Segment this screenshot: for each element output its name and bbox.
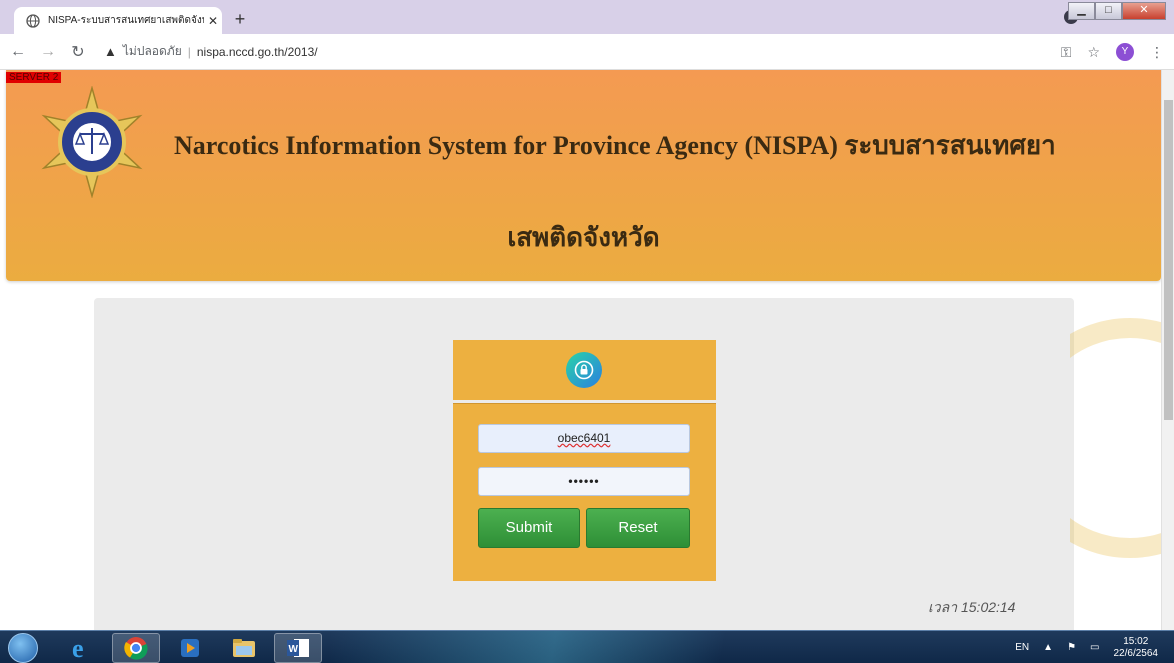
profile-avatar[interactable]: Y <box>1116 43 1134 61</box>
maximize-button[interactable]: □ <box>1095 2 1122 20</box>
back-arrow-icon[interactable]: ← <box>6 43 30 61</box>
username-input[interactable]: obec6401 <box>478 424 690 453</box>
svg-text:W: W <box>289 644 299 655</box>
new-tab-button[interactable]: + <box>228 9 252 31</box>
lock-icon <box>566 352 602 388</box>
submit-button[interactable]: Submit <box>478 508 580 548</box>
login-form: obec6401 •••••• Submit Reset <box>453 403 716 581</box>
page-scrollbar[interactable] <box>1161 70 1174 630</box>
browser-titlebar: NISPA-ระบบสารสนเทศยาเสพติดจังหวัด ✕ + ▁ … <box>0 0 1174 34</box>
language-indicator[interactable]: EN <box>1015 642 1029 653</box>
security-label[interactable]: ไม่ปลอดภัย <box>123 42 182 61</box>
username-value: obec6401 <box>557 431 611 445</box>
url-separator: | <box>187 44 191 59</box>
word-icon[interactable]: W <box>274 633 322 663</box>
warning-triangle-icon[interactable]: ▲ <box>104 44 117 59</box>
reset-button[interactable]: Reset <box>586 508 690 548</box>
media-player-icon[interactable] <box>166 633 214 663</box>
key-icon[interactable]: ⚿ <box>1061 44 1072 61</box>
close-window-button[interactable]: ✕ <box>1122 2 1166 20</box>
login-header <box>453 340 716 400</box>
globe-icon <box>26 13 40 28</box>
internet-explorer-icon[interactable]: e <box>58 633 106 663</box>
minimize-button[interactable]: ▁ <box>1068 2 1095 20</box>
taskbar-decoration <box>330 631 890 663</box>
show-hidden-icons-icon[interactable]: ▲ <box>1043 642 1053 653</box>
close-tab-icon[interactable]: ✕ <box>204 14 222 28</box>
window-controls: ▁ □ ✕ <box>1068 2 1166 20</box>
start-button[interactable] <box>8 633 38 663</box>
omnibox[interactable]: ▲ ไม่ปลอดภัย | nispa.nccd.go.th/2013/ <box>104 42 318 61</box>
taskbar-clock[interactable]: 15:02 22/6/2564 <box>1114 636 1159 660</box>
url-text[interactable]: nispa.nccd.go.th/2013/ <box>197 45 318 59</box>
chrome-icon[interactable] <box>112 633 160 663</box>
password-input[interactable]: •••••• <box>478 467 690 496</box>
forward-arrow-icon[interactable]: → <box>36 43 60 61</box>
system-tray: EN ▲ ⚑ ▭ 15:02 22/6/2564 <box>1015 631 1158 663</box>
file-explorer-icon[interactable] <box>220 633 268 663</box>
agency-emblem-icon <box>41 86 143 198</box>
page-viewport: Narcotics Information System for Provinc… <box>0 70 1174 630</box>
clock-time: 15:02 <box>1123 635 1149 647</box>
windows-taskbar: e W EN ▲ ⚑ ▭ 15:02 22/6/2564 <box>0 630 1174 663</box>
network-monitor-icon[interactable]: ▭ <box>1090 642 1099 653</box>
reload-icon[interactable]: ↻ <box>66 42 90 62</box>
server-badge: SERVER 2 <box>6 72 62 83</box>
header-title-line1: Narcotics Information System for Provinc… <box>174 131 1056 160</box>
address-bar: ← → ↻ ▲ ไม่ปลอดภัย | nispa.nccd.go.th/20… <box>0 34 1174 70</box>
network-flag-icon[interactable]: ⚑ <box>1067 642 1076 653</box>
toolbar-icons: ⚿ ☆ Y ⋮ <box>1061 43 1164 61</box>
svg-text:e: e <box>72 635 84 661</box>
star-bookmark-icon[interactable]: ☆ <box>1087 44 1100 61</box>
time-label: เวลา 15:02:14 <box>928 599 1016 615</box>
browser-tab[interactable]: NISPA-ระบบสารสนเทศยาเสพติดจังหวัด ✕ <box>14 7 222 34</box>
menu-kebab-icon[interactable]: ⋮ <box>1150 44 1164 61</box>
tab-title: NISPA-ระบบสารสนเทศยาเสพติดจังหวัด <box>48 15 204 26</box>
clock-date: 22/6/2564 <box>1113 647 1159 659</box>
watermark-emblem-icon <box>1070 318 1170 558</box>
scrollbar-thumb[interactable] <box>1164 100 1173 420</box>
header-title-line2: เสพติดจังหวัด <box>507 223 660 252</box>
page-header: Narcotics Information System for Provinc… <box>6 70 1161 281</box>
